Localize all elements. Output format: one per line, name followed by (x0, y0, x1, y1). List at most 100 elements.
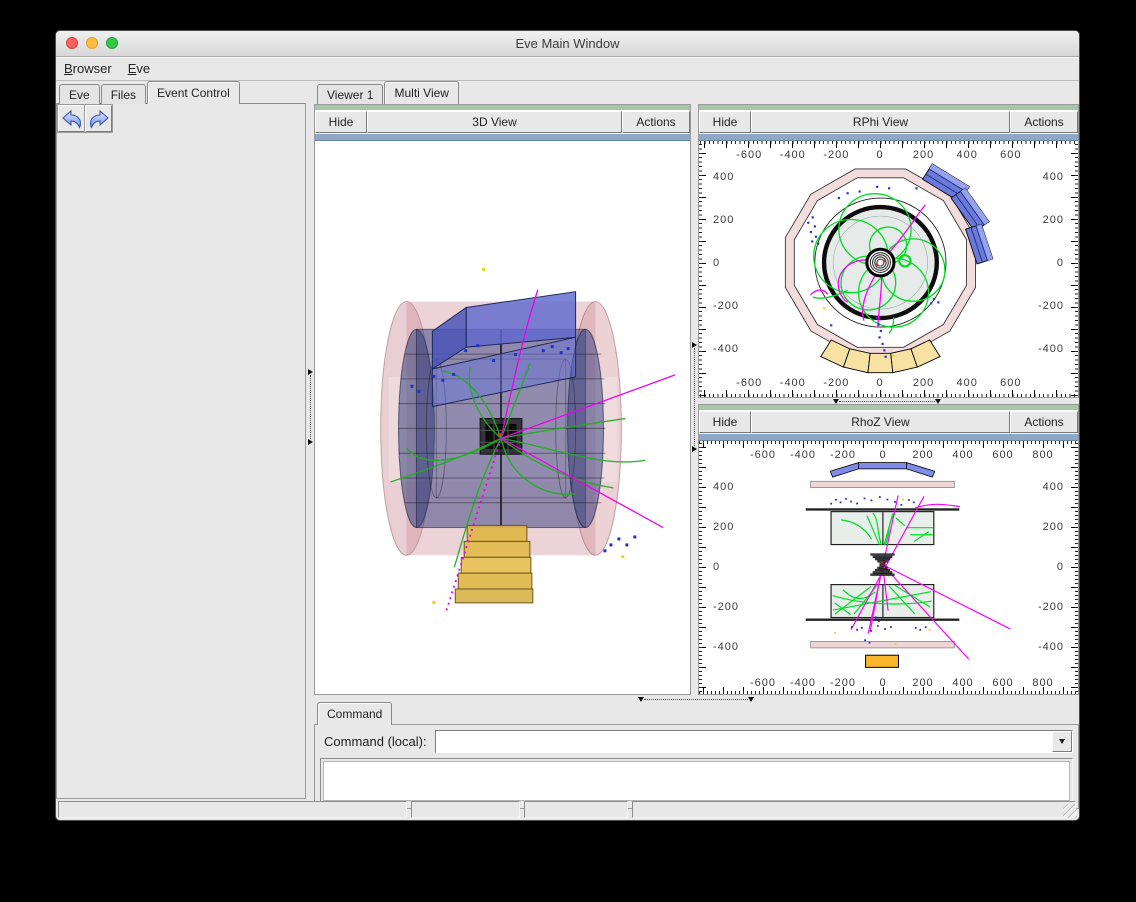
axis-tick-label: 0 (713, 257, 720, 269)
axis-tick-label: 400 (952, 449, 973, 461)
resize-grip[interactable] (1063, 804, 1077, 818)
command-tab-bar: Command (314, 704, 1079, 725)
main-vertical-splitter[interactable] (306, 81, 314, 799)
desktop: Eve Main Window Browser Eve Eve Files Ev… (0, 0, 1136, 902)
axis-tick-label: -600 (736, 149, 762, 161)
splitter-arrow-icon (308, 439, 313, 445)
tab-eve[interactable]: Eve (59, 84, 100, 104)
pane-rhoz-header: Hide RhoZ View Actions (699, 411, 1078, 433)
axis-tick-label: -400 (713, 641, 739, 653)
command-panel: Command Command (local): (314, 704, 1079, 799)
previous-event-button[interactable] (58, 105, 85, 132)
axis-tick-label: 200 (913, 377, 934, 389)
axis-tick-label: 200 (912, 449, 933, 461)
event-nav-toolbar (57, 104, 305, 132)
actions-button[interactable]: Actions (1010, 111, 1078, 133)
rhoz-view-canvas[interactable]: -600-600-400-400-200-2000020020040040060… (699, 441, 1078, 694)
axis-tick-label: 400 (713, 171, 734, 183)
pane-rhoz-title: RhoZ View (751, 411, 1010, 433)
axis-tick-label: 800 (1032, 449, 1053, 461)
command-output[interactable] (323, 761, 1070, 801)
axis-tick-label: 400 (952, 677, 973, 689)
tab-command[interactable]: Command (317, 702, 392, 725)
axis-tick-label: 0 (1057, 257, 1064, 269)
splitter-dotted-line (839, 401, 935, 402)
pane-rphi-view: Hide RPhi View Actions (698, 104, 1079, 398)
menu-browser[interactable]: Browser (64, 61, 112, 76)
hide-button[interactable]: Hide (315, 111, 367, 133)
pane-rphi-title: RPhi View (751, 111, 1010, 133)
axis-tick-label: 400 (1043, 481, 1064, 493)
traffic-lights (66, 37, 118, 49)
axis-tick-label: 200 (713, 214, 734, 226)
next-event-button[interactable] (85, 105, 112, 132)
axis-tick-label: -400 (790, 449, 816, 461)
command-local-label: Command (local): (320, 734, 427, 749)
axis-tick-label: -400 (1038, 641, 1064, 653)
viewer-tab-bar: Viewer 1 Multi View (314, 81, 1079, 104)
axis-tick-label: 0 (713, 561, 720, 573)
axis-tick-label: -200 (1038, 601, 1064, 613)
pane-accent-strip (699, 133, 1078, 141)
axis-tick-label: 200 (912, 677, 933, 689)
actions-button[interactable]: Actions (1010, 411, 1078, 433)
status-segment (411, 801, 520, 818)
viewer-area: Viewer 1 Multi View Hide 3D View Actions (314, 81, 1079, 799)
rhoz-detector-plot (699, 441, 1078, 694)
beam-pipe-core (871, 554, 895, 576)
window-title: Eve Main Window (515, 36, 619, 51)
calo-stack-3d (455, 526, 533, 603)
tab-files[interactable]: Files (101, 84, 146, 104)
dropdown-arrow-icon (1059, 739, 1065, 744)
axis-tick-label: 600 (1000, 377, 1021, 389)
axis-tick-label: -200 (713, 601, 739, 613)
projection-column: Hide RPhi View Actions (698, 104, 1079, 695)
axis-tick-label: -400 (1038, 343, 1064, 355)
tab-viewer-1[interactable]: Viewer 1 (317, 84, 383, 104)
left-panel: Eve Files Event Control (56, 81, 306, 799)
pane-rphi-header: Hide RPhi View Actions (699, 111, 1078, 133)
views-vertical-splitter[interactable] (691, 104, 698, 695)
splitter-arrow-icon (935, 399, 941, 404)
splitter-arrow-icon (748, 697, 754, 702)
event-control-panel (56, 103, 306, 799)
calo-segments (821, 340, 940, 373)
menu-eve[interactable]: Eve (128, 61, 150, 76)
axis-tick-label: 200 (713, 521, 734, 533)
command-input[interactable] (436, 731, 1052, 752)
zoom-button[interactable] (106, 37, 118, 49)
muon-endcap-top (830, 463, 935, 478)
title-bar[interactable]: Eve Main Window (56, 31, 1079, 57)
axis-tick-label: -200 (823, 377, 849, 389)
multi-view-row: Hide 3D View Actions (314, 104, 1079, 695)
hide-button[interactable]: Hide (699, 411, 751, 433)
viewer-command-splitter[interactable] (314, 695, 1079, 704)
rphi-view-canvas[interactable]: -600-600-400-400-200-2000020020040040060… (699, 141, 1078, 397)
axis-tick-label: -600 (736, 377, 762, 389)
axis-tick-label: 800 (1032, 677, 1053, 689)
axis-tick-label: 600 (1000, 149, 1021, 161)
axis-tick-label: -200 (830, 677, 856, 689)
axis-tick-label: 600 (992, 449, 1013, 461)
command-output-frame (320, 758, 1073, 804)
splitter-dotted-line (694, 348, 695, 446)
axis-tick-label: -600 (750, 677, 776, 689)
command-combobox (435, 730, 1073, 753)
minimize-button[interactable] (86, 37, 98, 49)
close-button[interactable] (66, 37, 78, 49)
tab-multi-view[interactable]: Multi View (384, 81, 458, 104)
command-dropdown-button[interactable] (1052, 731, 1072, 752)
splitter-dotted-line (644, 699, 748, 700)
axis-tick-label: 400 (713, 481, 734, 493)
axis-tick-label: -400 (713, 343, 739, 355)
actions-button[interactable]: Actions (622, 111, 690, 133)
3d-view-canvas[interactable] (315, 141, 690, 694)
eve-main-window: Eve Main Window Browser Eve Eve Files Ev… (55, 30, 1080, 821)
pane-accent-strip (699, 433, 1078, 441)
axis-tick-label: 0 (1057, 561, 1064, 573)
beam-pipe (867, 249, 894, 276)
hide-button[interactable]: Hide (699, 111, 751, 133)
axis-tick-label: 0 (876, 149, 883, 161)
status-segment (524, 801, 628, 818)
tab-event-control[interactable]: Event Control (147, 81, 240, 104)
